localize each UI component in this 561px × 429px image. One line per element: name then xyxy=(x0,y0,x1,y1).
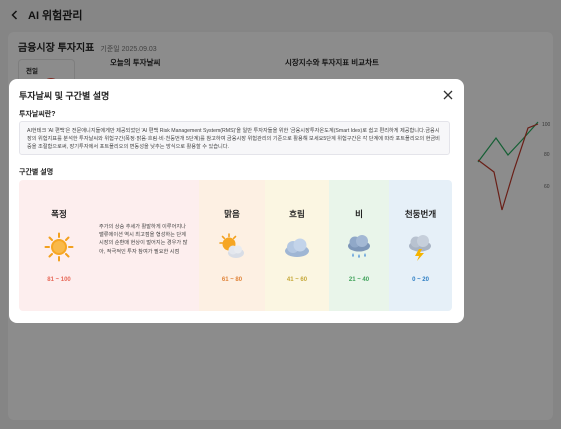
weather-question-label: 투자날씨란? xyxy=(19,111,56,118)
thunder-cloud-icon xyxy=(405,232,435,262)
segment-very-sunny: 폭정 81 ~ 100 주가의 상승 추세가 활발하게 이루어지나 밸류에이션 … xyxy=(19,180,199,311)
segment-thunderstorm: 천둥번개 0 ~ 20 xyxy=(389,180,452,311)
segment-description: 주가의 상승 추세가 활발하게 이루어지나 밸류에이션 역시 최고점을 형성하는… xyxy=(99,224,188,255)
close-icon[interactable] xyxy=(442,88,454,100)
segment-range: 0 ~ 20 xyxy=(412,277,429,283)
sun-cloud-icon xyxy=(217,232,247,262)
segment-cloudy: 흐림 41 ~ 60 xyxy=(265,180,329,311)
cloud-icon xyxy=(282,232,312,262)
info-modal: 투자날씨 및 구간별 설명 투자날씨란? AI헌테크 'AI 편백'은 전문애니… xyxy=(9,79,464,323)
segment-name: 비 xyxy=(355,209,363,219)
segment-name: 맑음 xyxy=(224,209,240,219)
segment-name: 흐림 xyxy=(289,209,305,219)
segment-range: 81 ~ 100 xyxy=(47,277,71,283)
segment-sunny: 맑음 61 ~ 80 xyxy=(199,180,265,311)
segment-range: 21 ~ 40 xyxy=(348,277,370,283)
weather-description: AI헌테크 'AI 편백'은 전문애니지들에게만 제공되었던 'AI 편백 Ri… xyxy=(19,121,450,155)
segment-range: 61 ~ 80 xyxy=(221,277,243,283)
segment-name: 천둥번개 xyxy=(404,209,437,219)
segment-rain: 비 21 ~ 40 xyxy=(329,180,389,311)
segment-name: 폭정 xyxy=(51,209,67,219)
sun-icon xyxy=(44,232,74,262)
rain-cloud-icon xyxy=(344,232,374,262)
segment-panel: 폭정 81 ~ 100 주가의 상승 추세가 활발하게 이루어지나 밸류에이션 … xyxy=(19,180,452,311)
segments-label: 구간별 설명 xyxy=(19,169,54,176)
segment-range: 41 ~ 60 xyxy=(286,277,308,283)
modal-title: 투자날씨 및 구간별 설명 xyxy=(19,91,110,101)
